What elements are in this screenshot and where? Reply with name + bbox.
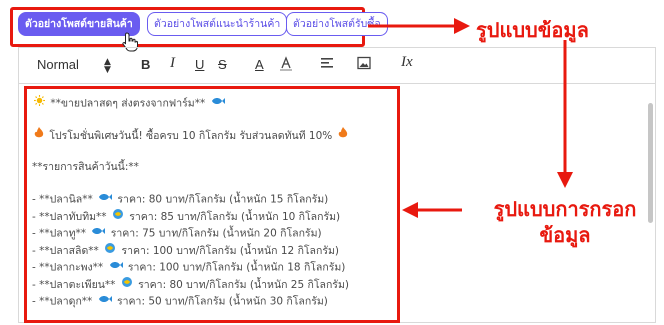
annotation-data-format: รูปแบบข้อมูล xyxy=(476,18,589,42)
annotation-arrows xyxy=(368,18,573,218)
annotation-input-format: รูปแบบการกรอก ข้อมูล xyxy=(493,197,637,247)
